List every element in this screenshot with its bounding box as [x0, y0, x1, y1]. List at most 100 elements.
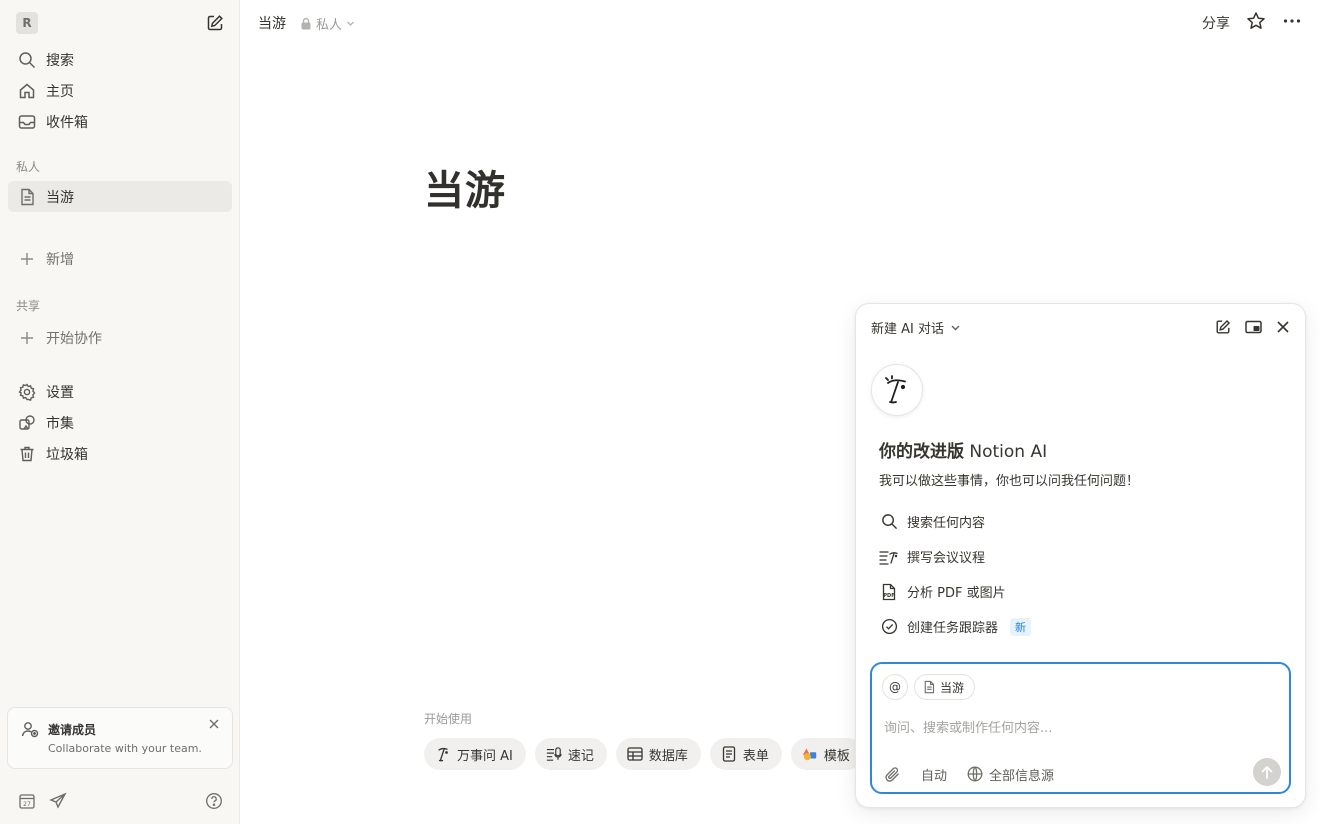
- notion-ai-icon: [885, 375, 906, 404]
- favorite-button[interactable]: [1246, 11, 1266, 35]
- ai-suggestions: 搜索任何内容 撰写会议议程 PDF 分析 PDF 或图片 创建任务跟踪器 新: [879, 504, 1279, 644]
- ai-welcome-subtitle: 我可以做这些事情，你也可以问我任何问题！: [879, 474, 1140, 489]
- sidebar-item-search[interactable]: 搜索: [8, 44, 232, 75]
- inbox-icon: [18, 113, 36, 131]
- suggestion-label: 分析 PDF 或图片: [907, 586, 1006, 601]
- suggestion-label: 撰写会议议程: [907, 551, 986, 566]
- suggestion-task-tracker[interactable]: 创建任务跟踪器 新: [879, 609, 1279, 644]
- notes-icon: [546, 746, 562, 762]
- close-icon: [1277, 321, 1289, 333]
- picture-in-picture-icon: [1244, 320, 1262, 334]
- workspace-avatar[interactable]: R: [16, 12, 38, 34]
- search-icon: [18, 51, 36, 69]
- send-feedback-button[interactable]: [47, 790, 69, 812]
- prompt-input[interactable]: 询问、搜索或制作任何内容...: [884, 717, 1052, 736]
- workspace-row: R: [16, 12, 226, 34]
- page-title[interactable]: 当游: [424, 158, 506, 216]
- sidebar-item-label: 垃圾箱: [46, 446, 88, 463]
- invite-title: 邀请成员: [48, 723, 97, 737]
- close-icon[interactable]: [208, 718, 220, 734]
- sidebar-item-trash[interactable]: 垃圾箱: [8, 438, 232, 469]
- topbar: 当游 私人 分享: [240, 0, 1320, 44]
- get-started-chips: 万事问 AI 速记 数据库 表单 模板: [424, 738, 863, 770]
- attach-button[interactable]: [884, 766, 901, 783]
- calendar-icon: 27: [19, 794, 35, 809]
- plus-icon: [18, 250, 36, 268]
- ask-ai-chip[interactable]: 万事问 AI: [424, 738, 526, 770]
- section-label-private: 私人: [16, 160, 41, 174]
- templates-chip[interactable]: 模板: [790, 738, 863, 770]
- add-page-label: 新增: [46, 251, 74, 268]
- help-button[interactable]: [203, 790, 225, 812]
- paper-plane-icon: [49, 792, 67, 809]
- notion-ai-icon: [435, 746, 451, 762]
- calendar-button[interactable]: 27: [16, 790, 38, 812]
- marketplace-icon: [18, 414, 36, 432]
- sources-selector[interactable]: 全部信息源: [967, 765, 1054, 784]
- form-icon: [721, 746, 737, 762]
- agenda-icon: [879, 547, 899, 567]
- gear-icon: [18, 382, 36, 401]
- share-button[interactable]: 分享: [1202, 13, 1230, 33]
- database-chip[interactable]: 数据库: [615, 738, 701, 770]
- sidebar-item-marketplace[interactable]: 市集: [8, 407, 232, 438]
- check-circle-icon: [879, 617, 899, 637]
- mode-selector[interactable]: 自动: [921, 765, 947, 784]
- search-icon: [879, 512, 899, 532]
- close-panel-button[interactable]: [1273, 317, 1293, 337]
- section-label-shared: 共享: [16, 299, 41, 313]
- sidebar-item-label: 主页: [46, 83, 74, 100]
- form-chip[interactable]: 表单: [709, 738, 782, 770]
- prompt-toolbar: 自动 全部信息源: [884, 763, 1284, 785]
- more-options-button[interactable]: [1282, 11, 1302, 35]
- suggestion-search[interactable]: 搜索任何内容: [879, 504, 1279, 539]
- ai-prompt-box[interactable]: @ 当游 询问、搜索或制作任何内容... 自动 全部信息源: [870, 662, 1291, 794]
- quick-notes-chip[interactable]: 速记: [534, 738, 607, 770]
- send-button[interactable]: [1253, 758, 1281, 786]
- home-icon: [18, 82, 36, 100]
- add-page-button[interactable]: 新增: [8, 243, 232, 274]
- sidebar-item-label: 设置: [46, 384, 74, 401]
- chevron-down-icon: [347, 21, 354, 26]
- suggestion-agenda[interactable]: 撰写会议议程: [879, 539, 1279, 574]
- chip-label: 数据库: [648, 748, 688, 764]
- compose-icon: [1216, 319, 1231, 334]
- privacy-dropdown[interactable]: 私人: [300, 14, 355, 33]
- suggestion-analyze-pdf[interactable]: PDF 分析 PDF 或图片: [879, 574, 1279, 609]
- sidebar-item-home[interactable]: 主页: [8, 75, 232, 106]
- ai-welcome-title: 你的改进版 Notion AI: [879, 442, 1048, 462]
- sidebar-item-label: 市集: [46, 415, 74, 432]
- dock-panel-button[interactable]: [1243, 317, 1263, 337]
- ai-chat-panel: 新建 AI 对话 你的改进版 Notion AI 我可以做这些事情，你也可以问我…: [855, 303, 1306, 808]
- new-page-button[interactable]: [204, 12, 226, 34]
- sidebar-item-label: 当游: [46, 189, 74, 206]
- sidebar-item-settings[interactable]: 设置: [8, 376, 232, 407]
- invite-members-card[interactable]: 邀请成员 Collaborate with your team.: [7, 707, 233, 769]
- context-page-chip[interactable]: 当游: [914, 674, 976, 700]
- sidebar-footer: 27: [0, 786, 240, 816]
- globe-icon: [967, 766, 983, 782]
- main-nav: 搜索 主页 收件箱: [8, 44, 232, 137]
- star-icon: [1247, 12, 1265, 29]
- sidebar-item-page[interactable]: 当游: [8, 181, 232, 212]
- chip-label: 模板: [823, 748, 850, 764]
- chip-label: 速记: [567, 748, 594, 764]
- page-icon: [18, 188, 36, 206]
- private-pages: 当游: [8, 181, 232, 212]
- calendar-day: 27: [23, 801, 31, 808]
- svg-text:PDF: PDF: [883, 593, 894, 599]
- arrow-up-icon: [1261, 766, 1273, 779]
- trash-icon: [18, 445, 36, 463]
- mention-button[interactable]: @: [882, 674, 908, 700]
- notion-ai-avatar: [871, 364, 923, 416]
- ai-chat-selector[interactable]: 新建 AI 对话: [871, 318, 961, 337]
- sources-label: 全部信息源: [989, 768, 1055, 784]
- more-icon: [1283, 19, 1301, 23]
- plus-icon: [18, 329, 36, 347]
- new-chat-button[interactable]: [1213, 317, 1233, 337]
- shared-nav: 开始协作: [8, 322, 232, 353]
- sidebar-item-inbox[interactable]: 收件箱: [8, 106, 232, 137]
- start-collaborate-button[interactable]: 开始协作: [8, 322, 232, 353]
- bottom-nav: 设置 市集 垃圾箱: [8, 376, 232, 469]
- breadcrumb-page-title[interactable]: 当游: [258, 13, 286, 33]
